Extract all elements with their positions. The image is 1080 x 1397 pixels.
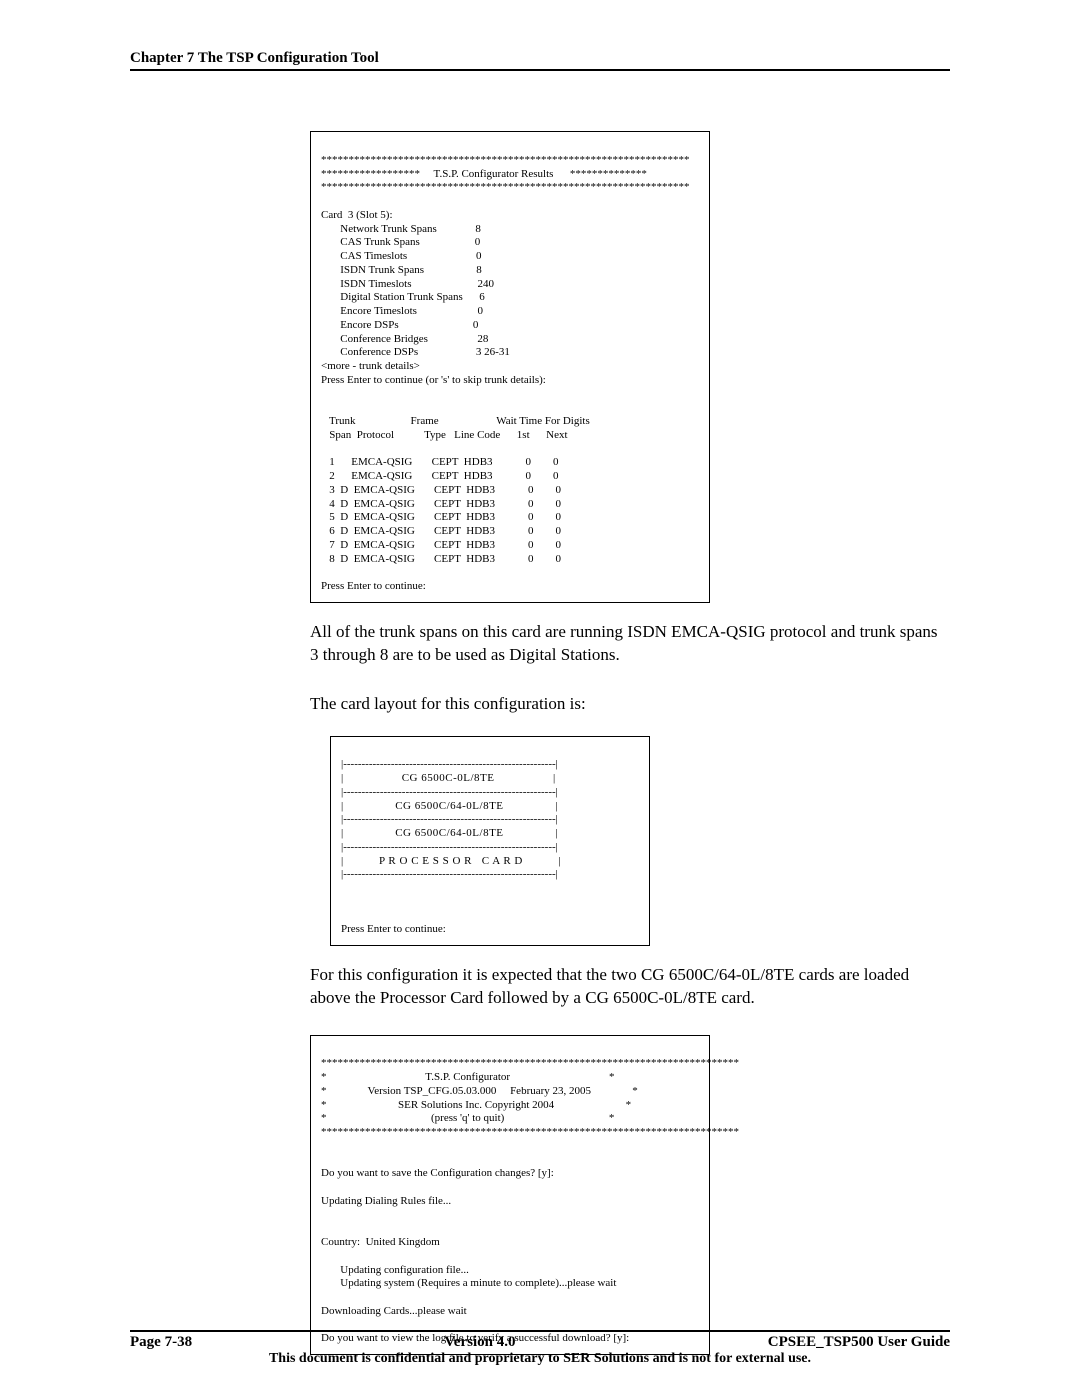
page-footer: Page 7-38 Version 4.0 CPSEE_TSP500 User … [130,1330,950,1367]
table-row: 5 D EMCA-QSIG CEPT HDB3 0 0 [321,511,561,523]
dash-line: |---------------------------------------… [341,868,558,880]
more-line: <more - trunk details> [321,360,420,372]
terminal-results-box: ****************************************… [310,131,710,603]
dash-line: |---------------------------------------… [341,813,558,825]
prompt-line: Press Enter to continue: [321,580,426,592]
row-value: 3 26-31 [476,346,510,358]
slot-row: P R O C E S S O R C A R D [343,855,558,867]
banner-line: * SER Solutions Inc. Copyright 2004 * [321,1099,631,1111]
row-label: Conference Bridges [340,333,428,345]
status-line: Downloading Cards...please wait [321,1305,467,1317]
confidential-notice: This document is confidential and propri… [130,1351,950,1367]
status-line: Updating Dialing Rules file... [321,1195,451,1207]
row-value: 240 [477,278,494,290]
paragraph: For this configuration it is expected th… [310,964,950,1010]
prompt-line: Do you want to save the Configuration ch… [321,1167,554,1179]
row-label: ISDN Timeslots [340,278,411,290]
row-value: 0 [476,250,482,262]
star-line: ****************************************… [321,1126,739,1138]
banner-line: * T.S.P. Configurator * [321,1071,615,1083]
row-label: CAS Trunk Spans [340,236,419,248]
row-value: 8 [476,264,482,276]
row-value: 0 [473,319,479,331]
row-label: Digital Station Trunk Spans [340,291,463,303]
table-row: 8 D EMCA-QSIG CEPT HDB3 0 0 [321,553,561,565]
card-layout-box: |---------------------------------------… [330,736,650,947]
table-row: 7 D EMCA-QSIG CEPT HDB3 0 0 [321,539,561,551]
row-value: 0 [477,305,483,317]
row-label: Conference DSPs [340,346,418,358]
dash-line: |---------------------------------------… [341,758,558,770]
star-line: ****************************************… [321,1057,739,1069]
row-label: Encore DSPs [340,319,398,331]
table-row: 4 D EMCA-QSIG CEPT HDB3 0 0 [321,498,561,510]
dash-line: |---------------------------------------… [341,786,558,798]
chapter-header: Chapter 7 The TSP Configuration Tool [130,50,950,71]
status-line: Country: United Kingdom [321,1236,440,1248]
version-label: Version 4.0 [444,1334,515,1351]
table-header: Trunk Frame Wait Time For Digits [321,415,590,427]
configurator-final-box: ****************************************… [310,1035,710,1356]
status-line: Updating configuration file... [321,1264,469,1276]
slot-row: CG 6500C/64-0L/8TE [343,827,555,839]
title-line: ****************** T.S.P. Configurator R… [321,168,647,180]
table-row: 3 D EMCA-QSIG CEPT HDB3 0 0 [321,484,561,496]
row-label: Network Trunk Spans [340,223,437,235]
status-line: Updating system (Requires a minute to co… [321,1277,616,1289]
row-label: Encore Timeslots [340,305,417,317]
row-label: ISDN Trunk Spans [340,264,424,276]
card-line: Card 3 (Slot 5): [321,209,393,221]
prompt-line: Press Enter to continue (or 's' to skip … [321,374,546,386]
row-value: 8 [475,223,481,235]
prompt-line: Press Enter to continue: [341,923,446,935]
guide-title: CPSEE_TSP500 User Guide [768,1334,950,1351]
slot-row: CG 6500C/64-0L/8TE [343,800,555,812]
row-label: CAS Timeslots [340,250,407,262]
star-line: ****************************************… [321,154,690,166]
banner-line: * (press 'q' to quit) * [321,1112,614,1124]
slot-row: CG 6500C-0L/8TE [343,772,553,784]
row-value: 6 [479,291,485,303]
table-header: Span Protocol Type Line Code 1st Next [321,429,568,441]
paragraph: The card layout for this configuration i… [310,693,950,716]
table-row: 1 EMCA-QSIG CEPT HDB3 0 0 [321,456,559,468]
paragraph: All of the trunk spans on this card are … [310,621,950,667]
table-row: 2 EMCA-QSIG CEPT HDB3 0 0 [321,470,559,482]
row-value: 0 [475,236,481,248]
row-value: 28 [477,333,488,345]
banner-line: * Version TSP_CFG.05.03.000 February 23,… [321,1085,638,1097]
star-line: ****************************************… [321,181,690,193]
dash-line: |---------------------------------------… [341,841,558,853]
page-number: Page 7-38 [130,1334,192,1351]
table-row: 6 D EMCA-QSIG CEPT HDB3 0 0 [321,525,561,537]
